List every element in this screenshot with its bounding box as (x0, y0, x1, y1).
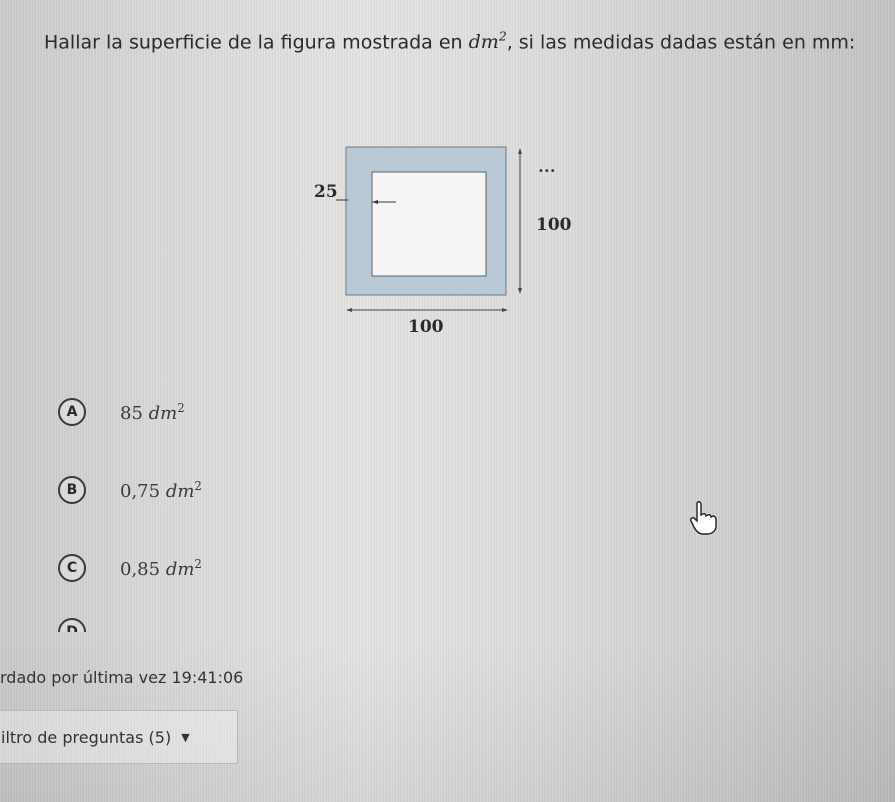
hand-pointer-icon (688, 500, 718, 540)
last-saved-label: rdado por última vez (0, 668, 172, 687)
last-saved-text: rdado por última vez 19:41:06 (0, 668, 243, 687)
width-arrow-right (502, 308, 508, 312)
option-b-badge: B (58, 476, 86, 504)
option-a-badge: A (58, 398, 86, 426)
question-prefix: Hallar la superficie de la figura mostra… (44, 31, 469, 54)
option-a[interactable]: A 85 dm2 (58, 396, 185, 428)
border-label: 25 (314, 182, 338, 202)
inner-square (371, 171, 487, 277)
question-filter-label: iltro de preguntas (5) (1, 727, 172, 747)
height-arrow-bottom (518, 288, 522, 294)
option-a-text: 85 dm2 (120, 400, 185, 424)
option-c-badge: C (58, 554, 86, 582)
option-d[interactable]: D (58, 616, 86, 632)
option-c-text: 0,85 dm2 (120, 556, 202, 580)
question-filter-dropdown[interactable]: iltro de preguntas (5) ▼ (0, 710, 238, 764)
question-suffix: , si las medidas dadas están en mm: (506, 31, 856, 54)
option-b[interactable]: B 0,75 dm2 (58, 474, 202, 506)
option-b-text: 0,75 dm2 (120, 478, 202, 502)
square-frame-figure: ••• 25 100 100 (300, 130, 600, 350)
height-label: 100 (536, 215, 572, 235)
width-arrow-left (346, 308, 352, 312)
option-c[interactable]: C 0,85 dm2 (58, 552, 202, 584)
option-d-badge: D (58, 618, 86, 632)
question-text: Hallar la superficie de la figura mostra… (44, 30, 884, 53)
question-unit: dm2 (468, 30, 507, 54)
chevron-down-icon: ▼ (181, 730, 190, 744)
width-label: 100 (408, 317, 444, 337)
dots-mark: ••• (538, 166, 556, 177)
last-saved-time: 19:41:06 (171, 668, 244, 687)
height-arrow-top (518, 148, 522, 154)
